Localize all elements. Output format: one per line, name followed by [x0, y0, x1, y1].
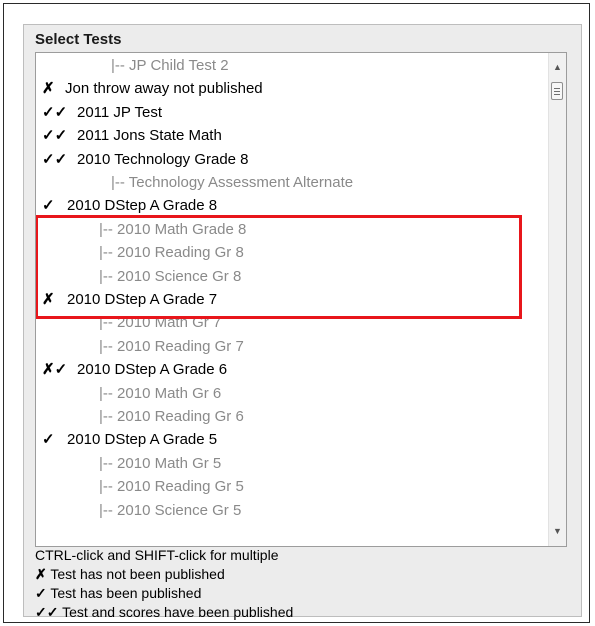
test-label: |-- 2010 Reading Gr 7 [99, 337, 244, 355]
test-item[interactable]: ✓✓ 2011 JP Test [36, 101, 548, 124]
child-test-item[interactable]: |-- 2010 Math Gr 5 [36, 452, 548, 475]
legend-item-scores-published: ✓✓ Test and scores have been published [35, 603, 293, 622]
test-label: |-- 2010 Science Gr 5 [99, 501, 242, 519]
test-label: |-- 2010 Reading Gr 6 [99, 408, 244, 425]
test-label: Jon throw away not published [65, 80, 263, 98]
child-test-item[interactable]: |-- 2010 Math Grade 8 [36, 218, 548, 241]
thumb-grip-line [554, 88, 560, 89]
legend-text: Test and scores have been published [62, 604, 294, 620]
test-item[interactable]: ✓✓ 2010 Technology Grade 8 [36, 148, 548, 171]
child-test-item[interactable]: |-- JP Child Test 2 [36, 54, 548, 77]
check-icon: ✓ [42, 431, 55, 449]
double-check-icon: ✓✓ [42, 103, 68, 121]
child-test-item[interactable]: |-- 2010 Reading Gr 7 [36, 335, 548, 358]
legend-text: Test has not been published [50, 566, 225, 582]
test-item[interactable]: ✗✓ 2010 DStep A Grade 6 [36, 358, 548, 381]
test-label: |-- 2010 Reading Gr 5 [99, 478, 244, 496]
test-label: |-- 2010 Math Gr 7 [99, 314, 222, 332]
panel-title: Select Tests [35, 31, 122, 48]
child-test-item[interactable]: |-- 2010 Math Gr 6 [36, 382, 548, 405]
legend-text: Test has been published [50, 585, 202, 601]
test-item[interactable]: ✓✓ 2011 Jons State Math [36, 124, 548, 147]
thumb-grip-line [554, 91, 560, 92]
cross-check-icon: ✗✓ [42, 361, 68, 379]
child-test-item[interactable]: |-- 2010 Reading Gr 8 [36, 241, 548, 264]
tests-listbox[interactable]: |-- JP Child Test 2 ✗ Jon throw away not p… [35, 52, 567, 547]
test-label: 2010 DStep A Grade 7 [67, 291, 218, 308]
scroll-down-arrow-icon[interactable]: ▼ [549, 523, 566, 540]
test-label: |-- 2010 Math Gr 5 [99, 454, 222, 472]
child-test-item[interactable]: |-- 2010 Reading Gr 6 [36, 405, 548, 428]
check-icon: ✓ [42, 197, 55, 215]
test-label: 2011 Jons State Math [77, 127, 222, 145]
cross-icon: ✗ [35, 566, 47, 582]
double-check-icon: ✓✓ [42, 150, 68, 168]
double-check-icon: ✓✓ [42, 127, 68, 145]
cross-icon: ✗ [42, 80, 55, 98]
test-item[interactable]: ✓ 2010 DStep A Grade 8 [36, 194, 548, 217]
child-test-item[interactable]: |-- 2010 Reading Gr 5 [36, 475, 548, 498]
legend-item-not-published: ✗ Test has not been published [35, 565, 293, 584]
test-label: |-- 2010 Math Gr 6 [99, 384, 222, 402]
test-label: |-- JP Child Test 2 [111, 57, 229, 74]
test-label: |-- 2010 Math Grade 8 [99, 220, 247, 238]
test-label: 2011 JP Test [77, 103, 163, 121]
legend: CTRL-click and SHIFT-click for multiple … [35, 546, 293, 622]
test-label: 2010 DStep A Grade 5 [67, 431, 218, 449]
scroll-up-arrow-icon[interactable]: ▲ [549, 59, 566, 76]
child-test-item[interactable]: |-- 2010 Science Gr 8 [36, 265, 548, 288]
double-check-icon: ✓✓ [35, 604, 59, 620]
child-test-item[interactable]: |-- 2010 Math Gr 7 [36, 311, 548, 334]
vertical-scrollbar[interactable]: ▲ ▼ [548, 53, 566, 546]
select-tests-panel: Select Tests |-- JP Child Test 2 ✗ Jon thr… [23, 24, 582, 620]
multi-select-instruction: CTRL-click and SHIFT-click for multiple [35, 547, 279, 563]
test-item[interactable]: ✗ 2010 DStep A Grade 7 [36, 288, 548, 311]
cross-icon: ✗ [42, 291, 55, 308]
test-label: |-- Technology Assessment Alternate [111, 174, 354, 191]
test-label: |-- 2010 Reading Gr 8 [99, 244, 244, 262]
scroll-thumb[interactable] [551, 82, 563, 100]
thumb-grip-line [554, 94, 560, 95]
outer-frame: Select Tests |-- JP Child Test 2 ✗ Jon thr… [3, 3, 590, 623]
check-icon: ✓ [35, 585, 47, 601]
test-item[interactable]: ✓ 2010 DStep A Grade 5 [36, 428, 548, 451]
test-label: 2010 Technology Grade 8 [77, 150, 249, 168]
test-label: |-- 2010 Science Gr 8 [99, 267, 242, 285]
child-test-item[interactable]: |-- 2010 Science Gr 5 [36, 499, 548, 522]
test-item[interactable]: ✗ Jon throw away not published [36, 77, 548, 100]
test-label: 2010 DStep A Grade 8 [67, 197, 218, 215]
test-label: 2010 DStep A Grade 6 [77, 361, 228, 379]
legend-item-published: ✓ Test has been published [35, 584, 293, 603]
child-test-item[interactable]: |-- Technology Assessment Alternate [36, 171, 548, 194]
